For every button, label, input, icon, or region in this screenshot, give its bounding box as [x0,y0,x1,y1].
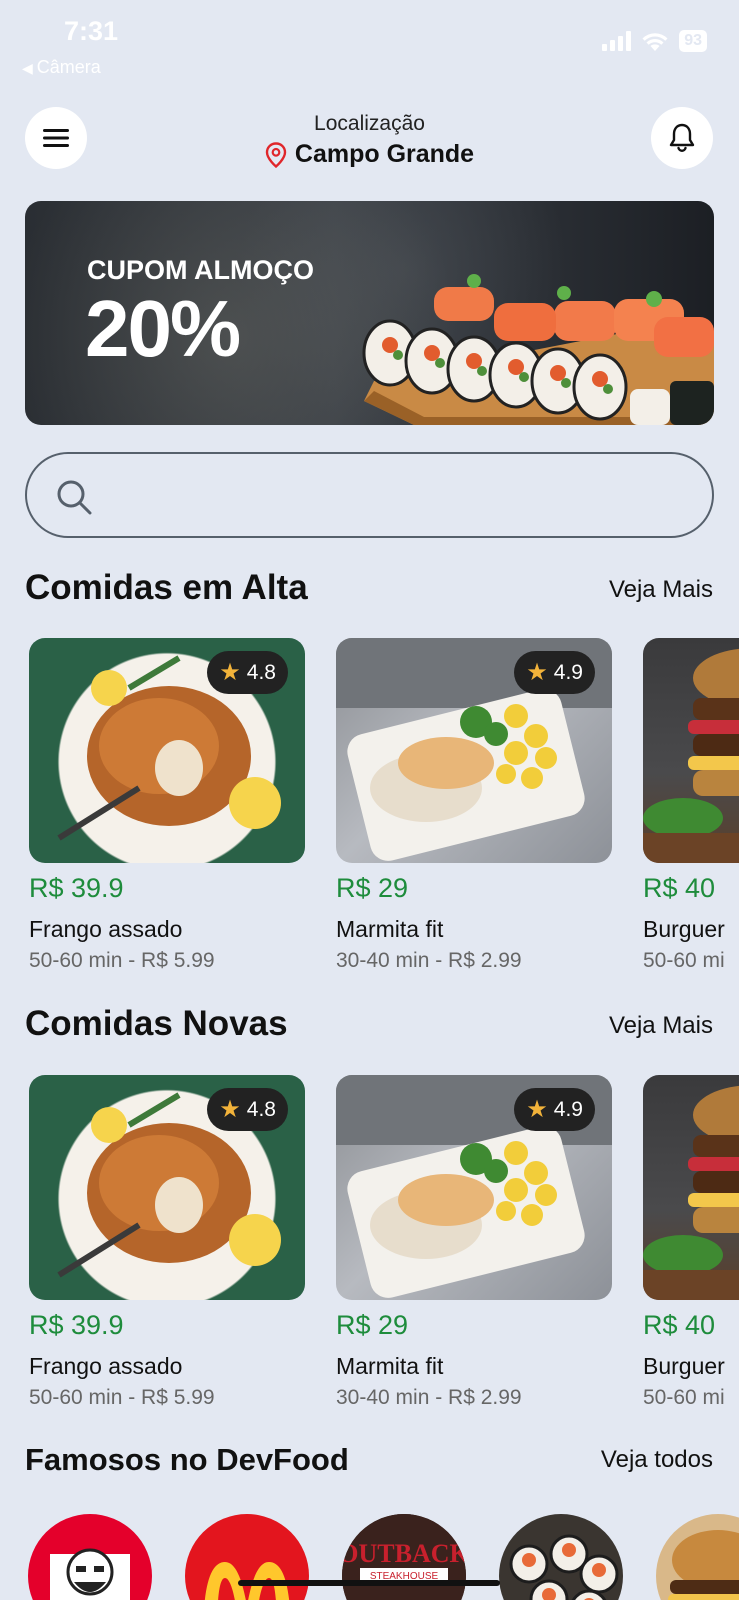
food-image-burger [643,638,739,863]
food-price: R$ 39.9 [29,1310,124,1340]
notifications-button[interactable] [651,107,713,169]
mcdonalds-logo-icon [204,1562,290,1600]
food-card[interactable]: ★ 4.8 R$ 39.9 Frango assado 50-60 min - … [29,1075,305,1410]
rating-badge: ★ 4.9 [514,651,595,694]
food-card[interactable]: R$ 40 Burguer 50-60 mi [643,1075,739,1410]
food-delivery-info: 30-40 min - R$ 2.99 [336,1386,522,1409]
app-screen: 7:31 ◀ Câmera 93 Localização Campo Grand… [0,0,739,1600]
search-input[interactable] [119,474,689,518]
cellular-signal-icon [602,31,632,51]
trending-food-row: ★ 4.8 R$ 39.9 Frango assado 50-60 min - … [29,638,739,978]
rating-value: 4.8 [246,1097,276,1121]
food-name: Frango assado [29,916,183,942]
bell-icon [669,123,695,152]
food-card[interactable]: ★ 4.9 R$ 29 Marmita fit 30-40 min - R$ 2… [336,638,612,973]
sushi-brand-icon [509,1534,619,1600]
back-triangle-icon: ◀ [22,60,33,76]
search-icon [57,480,92,515]
rating-value: 4.8 [246,660,276,684]
food-name: Burguer [643,916,725,942]
food-image-chicken: ★ 4.8 [29,1075,305,1300]
food-delivery-info: 50-60 min - R$ 5.99 [29,949,215,972]
food-card[interactable]: R$ 40 Burguer 50-60 mi [643,638,739,973]
banner-discount: 20% [85,284,241,373]
food-delivery-info: 50-60 mi [643,1386,725,1409]
new-food-row: ★ 4.8 R$ 39.9 Frango assado 50-60 min - … [29,1075,739,1415]
food-name: Burguer [643,1353,725,1379]
trending-see-more-link[interactable]: Veja Mais [609,576,713,604]
food-card[interactable]: ★ 4.8 R$ 39.9 Frango assado 50-60 min - … [29,638,305,973]
map-pin-icon [265,141,287,168]
food-delivery-info: 50-60 min - R$ 5.99 [29,1386,215,1409]
wifi-icon [641,31,669,52]
section-title-trending: Comidas em Alta [25,568,308,607]
food-price: R$ 40 [643,1310,716,1340]
home-indicator[interactable] [238,1580,500,1586]
status-bar: 7:31 ◀ Câmera 93 [0,0,739,88]
banner-title: CUPOM ALMOÇO [87,255,314,285]
burger-icon [643,1085,739,1300]
status-time: 7:31 [64,16,119,46]
food-image-marmita: ★ 4.9 [336,1075,612,1300]
burger-icon [643,648,739,863]
food-price: R$ 39.9 [29,873,124,903]
food-image-burger [643,1075,739,1300]
star-icon: ★ [526,1096,548,1123]
food-price: R$ 29 [336,1310,409,1340]
food-delivery-info: 50-60 mi [643,949,725,972]
outback-name-text: OUTBACK [342,1539,466,1568]
back-to-app-link[interactable]: ◀ Câmera [22,57,101,78]
food-name: Frango assado [29,1353,183,1379]
brand-mcdonalds[interactable] [185,1514,309,1600]
new-see-more-link[interactable]: Veja Mais [609,1012,713,1040]
location-selector[interactable]: Localização Campo Grande [0,112,739,169]
location-city: Campo Grande [294,140,475,168]
food-name: Marmita fit [336,1353,444,1379]
search-bar[interactable] [25,452,714,538]
location-label: Localização [314,112,425,135]
section-title-famous: Famosos no DevFood [25,1442,349,1477]
brand-outback[interactable]: OUTBACK STEAKHOUSE [342,1514,466,1600]
food-image-chicken: ★ 4.8 [29,638,305,863]
rating-value: 4.9 [553,1097,583,1121]
battery-indicator: 93 [679,30,707,52]
food-price: R$ 29 [336,873,409,903]
kfc-logo-icon [50,1548,130,1600]
food-name: Marmita fit [336,916,444,942]
food-image-marmita: ★ 4.9 [336,638,612,863]
outback-logo-icon: OUTBACK STEAKHOUSE [342,1514,466,1600]
brand-burger[interactable] [656,1514,739,1600]
food-price: R$ 40 [643,873,716,903]
promo-banner[interactable]: CUPOM ALMOÇO 20% [25,201,714,425]
brand-kfc[interactable] [28,1514,152,1600]
rating-value: 4.9 [553,660,583,684]
star-icon: ★ [219,1096,241,1123]
star-icon: ★ [219,659,241,686]
food-delivery-info: 30-40 min - R$ 2.99 [336,949,522,972]
star-icon: ★ [526,659,548,686]
food-card[interactable]: ★ 4.9 R$ 29 Marmita fit 30-40 min - R$ 2… [336,1075,612,1410]
back-app-label: Câmera [36,57,101,77]
rating-badge: ★ 4.8 [207,651,288,694]
burger-brand-icon [668,1530,739,1600]
section-title-new: Comidas Novas [25,1004,288,1043]
rating-badge: ★ 4.9 [514,1088,595,1131]
brand-sushi[interactable] [499,1514,623,1600]
famous-see-all-link[interactable]: Veja todos [601,1446,713,1474]
famous-brands-row: OUTBACK STEAKHOUSE [28,1514,739,1600]
sushi-platter-image [362,274,714,425]
rating-badge: ★ 4.8 [207,1088,288,1131]
location-city-row: Campo Grande [0,140,739,169]
status-indicators: 93 [602,30,707,52]
